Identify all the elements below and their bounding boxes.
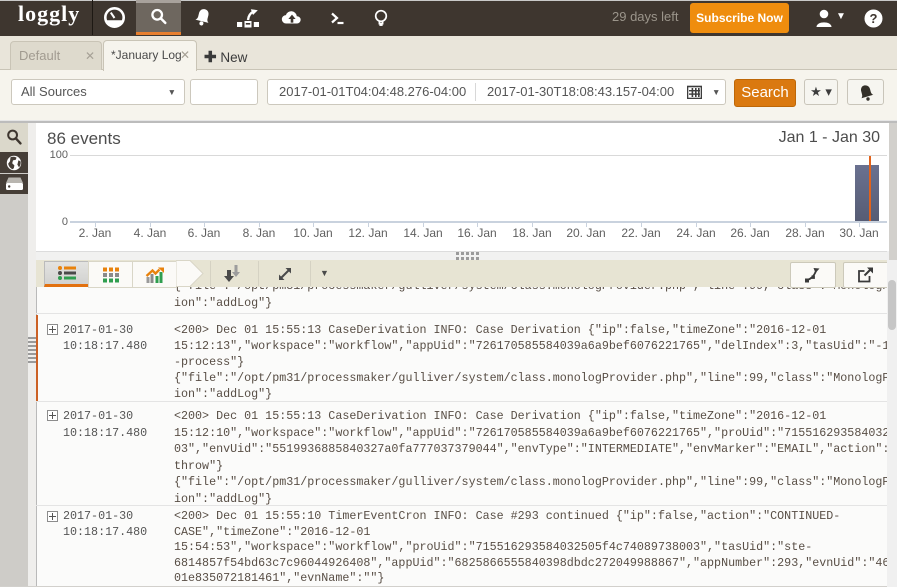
svg-text:?: ? <box>870 11 878 26</box>
